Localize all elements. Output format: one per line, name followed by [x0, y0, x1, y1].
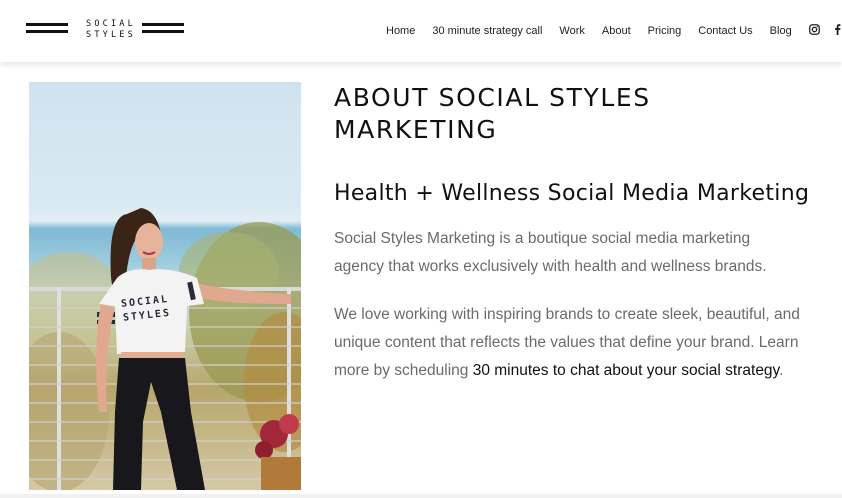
logo-word-bottom: STYLES — [86, 30, 136, 40]
nav-work[interactable]: Work — [559, 25, 584, 37]
cta-paragraph: We love working with inspiring brands to… — [334, 301, 804, 385]
nav-home[interactable]: Home — [386, 25, 415, 37]
nav-blog[interactable]: Blog — [770, 25, 792, 37]
site-header: SOCIAL STYLES Home 30 minute strategy ca… — [0, 0, 842, 62]
page-title: ABOUT SOCIAL STYLES MARKETING — [334, 83, 651, 144]
page-bottom-divider — [0, 494, 842, 498]
section-subtitle: Health + Wellness Social Media Marketing — [334, 181, 810, 206]
about-section: ABOUT SOCIAL STYLES MARKETING Health + W… — [334, 82, 814, 379]
logo-bar-right-bottom — [142, 30, 184, 33]
main-nav: Home 30 minute strategy call Work About … — [386, 22, 841, 40]
logo[interactable]: SOCIAL STYLES — [26, 17, 186, 43]
logo-bar-left-bottom — [26, 30, 68, 33]
nav-about[interactable]: About — [602, 25, 631, 37]
intro-paragraph: Social Styles Marketing is a boutique so… — [334, 230, 767, 275]
nav-contact-us[interactable]: Contact Us — [698, 25, 752, 37]
logo-bar-right-top — [142, 23, 184, 26]
instagram-icon[interactable] — [808, 24, 820, 38]
logo-bar-left-top — [26, 23, 68, 26]
nav-strategy-call[interactable]: 30 minute strategy call — [432, 25, 542, 37]
founder-photo-illustration: SOCIAL STYLES — [29, 208, 301, 490]
cta-paragraph-end: . — [779, 362, 784, 379]
founder-photo: SOCIAL STYLES — [29, 82, 301, 490]
strategy-call-link[interactable]: 30 minutes to chat about your social str… — [473, 362, 779, 379]
nav-pricing[interactable]: Pricing — [648, 25, 682, 37]
logo-word-top: SOCIAL — [86, 19, 136, 29]
facebook-icon[interactable] — [834, 24, 841, 38]
